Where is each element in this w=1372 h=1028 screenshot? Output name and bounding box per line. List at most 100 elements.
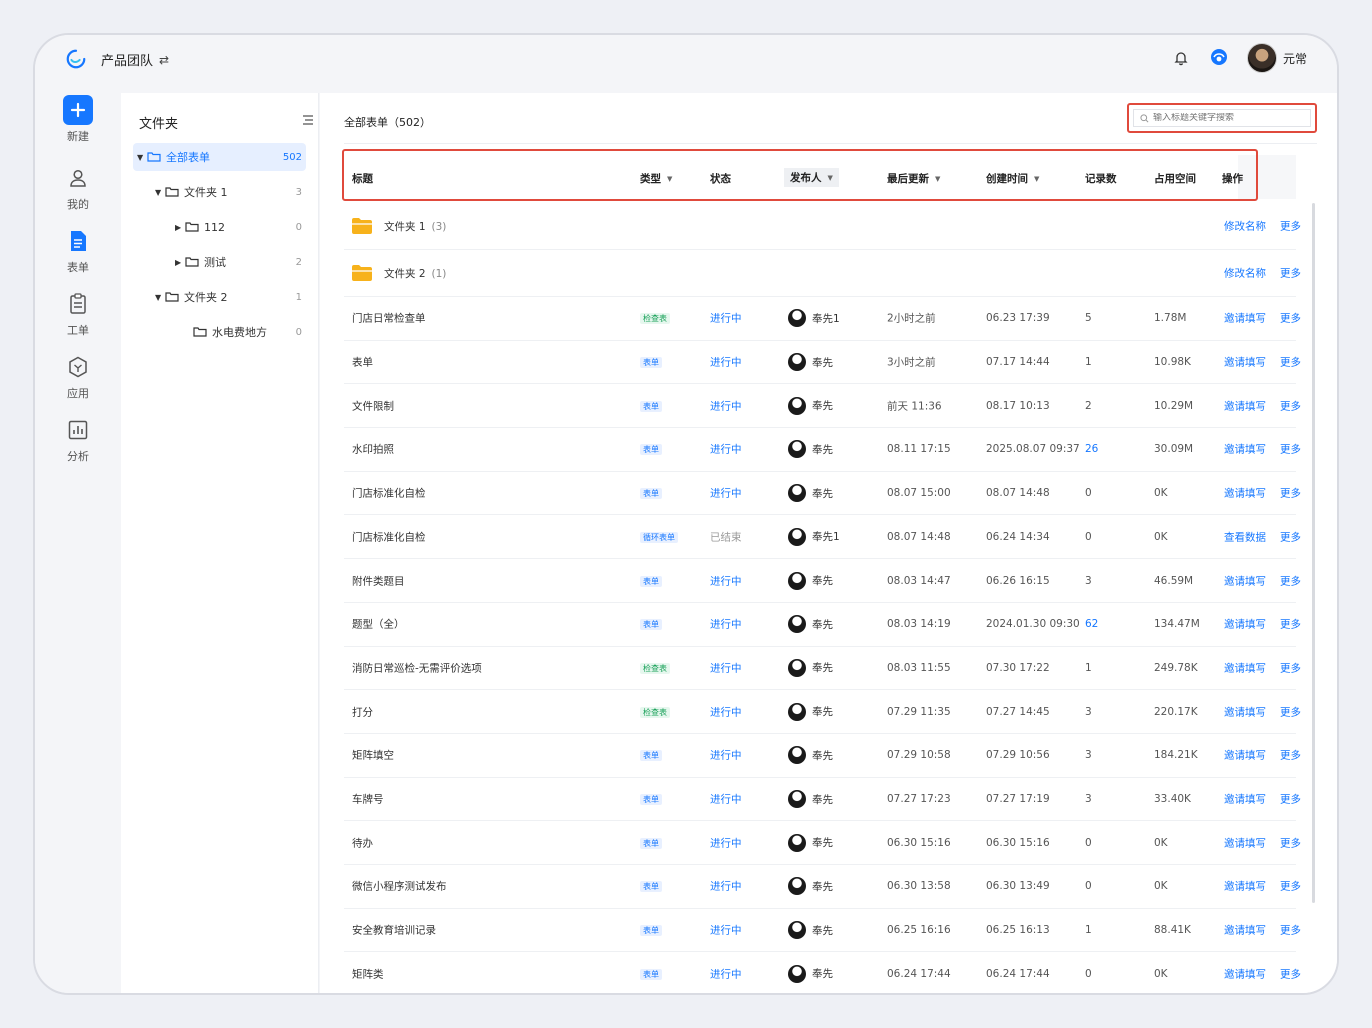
column-header-updated[interactable]: 最后更新 ▼ <box>887 171 940 186</box>
help-chat-icon[interactable] <box>1209 48 1229 68</box>
tree-item-utilities[interactable]: 水电费地方 0 <box>133 318 306 346</box>
tree-item-folder-1[interactable]: ▼ 文件夹 1 3 <box>133 178 306 206</box>
tree-item-folder-2[interactable]: ▼ 文件夹 2 1 <box>133 283 306 311</box>
more-link[interactable]: 更多 <box>1280 704 1301 719</box>
table-row[interactable]: 待办 表单 进行中 奉先 06.30 15:16 06.30 15:16 0 0K 邀请填写 更多 <box>344 821 1301 866</box>
table-row[interactable]: 水印拍照 表单 进行中 奉先 08.11 17:15 2025.08.07 09:37 26… <box>344 428 1301 472</box>
table-row[interactable]: 附件类题目 表单 进行中 奉先 08.03 14:47 06.26 16:15 3 46.59… <box>344 559 1301 603</box>
more-link[interactable]: 更多 <box>1280 355 1301 370</box>
column-header-created[interactable]: 创建时间 ▼ <box>986 171 1039 186</box>
table-row[interactable]: 消防日常巡检-无需评价选项 检查表 进行中 奉先 08.03 11:55 07.30 17… <box>344 647 1301 691</box>
rename-link[interactable]: 修改名称 <box>1224 219 1266 234</box>
more-link[interactable]: 更多 <box>1280 748 1301 763</box>
table-row[interactable]: 表单 表单 进行中 奉先 3小时之前 07.17 14:44 1 10.98K 邀请填写 更多 <box>344 341 1301 385</box>
invite-link[interactable]: 邀请填写 <box>1224 311 1266 326</box>
table-row[interactable]: 打分 检查表 进行中 奉先 07.29 11:35 07.27 14:45 3 220.17K… <box>344 690 1301 734</box>
more-link[interactable]: 更多 <box>1280 792 1301 807</box>
nav-apps[interactable]: 应用 <box>35 352 121 401</box>
form-title[interactable]: 打分 <box>352 704 373 719</box>
form-title[interactable]: 附件类题目 <box>352 573 405 588</box>
nav-workorders[interactable]: 工单 <box>35 289 121 338</box>
table-row[interactable]: 题型（全） 表单 进行中 奉先 08.03 14:19 2024.01.30 09:30 6… <box>344 603 1301 647</box>
tree-item-112[interactable]: ▶ 112 0 <box>133 213 306 241</box>
invite-link[interactable]: 邀请填写 <box>1224 923 1266 938</box>
nav-new-button[interactable]: 新建 <box>35 95 121 144</box>
invite-link[interactable]: 邀请填写 <box>1224 660 1266 675</box>
form-title[interactable]: 车牌号 <box>352 792 384 807</box>
folder-row[interactable]: 文件夹 1 (3) 修改名称 更多 <box>344 203 1301 250</box>
more-link[interactable]: 更多 <box>1280 573 1301 588</box>
more-link[interactable]: 更多 <box>1280 266 1301 281</box>
invite-link[interactable]: 邀请填写 <box>1224 748 1266 763</box>
more-link[interactable]: 更多 <box>1280 617 1301 632</box>
bell-icon[interactable] <box>1171 48 1191 68</box>
table-row[interactable]: 门店标准化自检 表单 进行中 奉先 08.07 15:00 08.07 14:48 0 0K 邀… <box>344 472 1301 516</box>
record-count: 0 <box>1085 967 1092 980</box>
folder-row[interactable]: 文件夹 2 (1) 修改名称 更多 <box>344 250 1301 297</box>
status-text: 进行中 <box>710 575 742 588</box>
tree-item-all-forms[interactable]: ▼ 全部表单 502 <box>133 143 306 171</box>
form-title[interactable]: 消防日常巡检-无需评价选项 <box>352 660 482 675</box>
table-row[interactable]: 门店日常检查单 检查表 进行中 奉先1 2小时之前 06.23 17:39 5 1.78M 邀请… <box>344 297 1301 341</box>
updated-time: 07.29 11:35 <box>887 705 951 718</box>
publisher-name: 奉先 <box>812 618 833 631</box>
more-link[interactable]: 更多 <box>1280 398 1301 413</box>
table-row[interactable]: 微信小程序测试发布 表单 进行中 奉先 06.30 13:58 06.30 13:49 0 0… <box>344 865 1301 909</box>
invite-link[interactable]: 邀请填写 <box>1224 486 1266 501</box>
table-row[interactable]: 矩阵填空 表单 进行中 奉先 07.29 10:58 07.29 10:56 3 184.21… <box>344 734 1301 778</box>
more-link[interactable]: 更多 <box>1280 835 1301 850</box>
tree-item-test[interactable]: ▶ 测试 2 <box>133 248 306 276</box>
app-window: 产品团队 ⇄ 元常 新建 我的 表单 工单 应用 分析 文件夹 ▼ 全部表单 5… <box>33 33 1339 995</box>
form-title[interactable]: 文件限制 <box>352 398 394 413</box>
more-link[interactable]: 更多 <box>1280 219 1301 234</box>
more-link[interactable]: 更多 <box>1280 923 1301 938</box>
folder-count: (3) <box>431 220 447 233</box>
more-link[interactable]: 更多 <box>1280 529 1301 544</box>
form-title[interactable]: 安全教育培训记录 <box>352 923 436 938</box>
more-link[interactable]: 更多 <box>1280 966 1301 981</box>
form-title[interactable]: 微信小程序测试发布 <box>352 879 447 894</box>
form-title[interactable]: 矩阵填空 <box>352 748 394 763</box>
form-title[interactable]: 待办 <box>352 835 373 850</box>
table-row[interactable]: 矩阵类 表单 进行中 奉先 06.24 17:44 06.24 17:44 0 0K 邀请填写更… <box>344 953 1301 994</box>
form-title[interactable]: 矩阵类 <box>352 966 384 981</box>
more-link[interactable]: 更多 <box>1280 311 1301 326</box>
scrollbar[interactable] <box>1312 203 1315 903</box>
nav-forms[interactable]: 表单 <box>35 226 121 275</box>
invite-link[interactable]: 邀请填写 <box>1224 792 1266 807</box>
column-header-publisher[interactable]: 发布人 ▼ <box>784 168 839 187</box>
table-row[interactable]: 文件限制 表单 进行中 奉先 前天 11:36 08.17 10:13 2 10.29M 邀请填… <box>344 384 1301 429</box>
form-title[interactable]: 门店日常检查单 <box>352 311 426 326</box>
invite-link[interactable]: 邀请填写 <box>1224 879 1266 894</box>
invite-link[interactable]: 查看数据 <box>1224 529 1266 544</box>
invite-link[interactable]: 邀请填写 <box>1224 355 1266 370</box>
more-link[interactable]: 更多 <box>1280 442 1301 457</box>
more-link[interactable]: 更多 <box>1280 879 1301 894</box>
table-row[interactable]: 车牌号 表单 进行中 奉先 07.27 17:23 07.27 17:19 3 33.40K 邀… <box>344 778 1301 822</box>
form-title[interactable]: 水印拍照 <box>352 442 394 457</box>
nav-analytics[interactable]: 分析 <box>35 415 121 464</box>
table-row[interactable]: 安全教育培训记录 表单 进行中 奉先 06.25 16:16 06.25 16:13 1 88… <box>344 909 1301 953</box>
form-title[interactable]: 门店标准化自检 <box>352 486 426 501</box>
created-time: 06.25 16:13 <box>986 924 1050 937</box>
column-header-type[interactable]: 类型 ▼ <box>640 171 672 186</box>
collapse-panel-icon[interactable] <box>302 115 314 125</box>
invite-link[interactable]: 邀请填写 <box>1224 398 1266 413</box>
rename-link[interactable]: 修改名称 <box>1224 266 1266 281</box>
invite-link[interactable]: 邀请填写 <box>1224 835 1266 850</box>
nav-mine[interactable]: 我的 <box>35 163 121 212</box>
form-title[interactable]: 表单 <box>352 355 373 370</box>
more-link[interactable]: 更多 <box>1280 486 1301 501</box>
form-title[interactable]: 题型（全） <box>352 617 405 632</box>
invite-link[interactable]: 邀请填写 <box>1224 442 1266 457</box>
invite-link[interactable]: 邀请填写 <box>1224 617 1266 632</box>
user-menu[interactable]: 元常 <box>1246 43 1307 73</box>
invite-link[interactable]: 邀请填写 <box>1224 704 1266 719</box>
invite-link[interactable]: 邀请填写 <box>1224 966 1266 981</box>
form-title[interactable]: 门店标准化自检 <box>352 529 426 544</box>
table-row[interactable]: 门店标准化自检 循环表单 已结束 奉先1 08.07 14:48 06.24 14:34 0… <box>344 516 1301 560</box>
invite-link[interactable]: 邀请填写 <box>1224 573 1266 588</box>
more-link[interactable]: 更多 <box>1280 660 1301 675</box>
search-input[interactable] <box>1153 113 1303 123</box>
team-switcher[interactable]: 产品团队 ⇄ <box>101 50 169 70</box>
